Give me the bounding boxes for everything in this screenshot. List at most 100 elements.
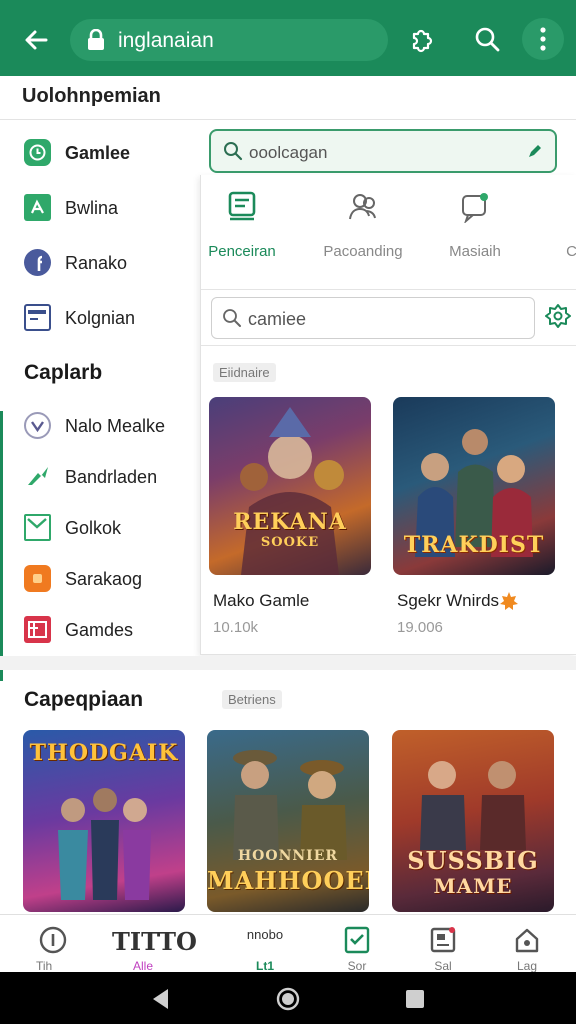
top-app-bar: inglanaian xyxy=(0,0,576,76)
game-card[interactable]: THODGAIK xyxy=(23,730,185,912)
cover-title: REKANA xyxy=(233,509,347,535)
sidebar-item-label: Ranako xyxy=(65,253,128,273)
sidebar-item-label: Bwlina xyxy=(65,198,119,218)
panel-search-value: camiee xyxy=(248,309,307,329)
chat-icon xyxy=(462,193,488,223)
sidebar-item-gamlee[interactable]: Gamlee xyxy=(0,131,200,175)
sidebar-item-label: Sarakaog xyxy=(65,569,143,589)
sidebar: Gamlee Bwlina Ranako Kolgnian Caplarb Na… xyxy=(0,121,200,681)
lock-icon xyxy=(88,29,104,50)
gear-icon[interactable] xyxy=(545,303,571,329)
cover-title: MAHHOOER xyxy=(207,866,369,895)
clock-icon xyxy=(24,139,51,166)
home-circle-icon[interactable] xyxy=(275,986,301,1012)
search-icon[interactable] xyxy=(466,18,508,60)
bottom-nav-label: Lag xyxy=(516,959,538,973)
sidebar-item-bwlina[interactable]: Bwlina xyxy=(0,186,200,230)
divider xyxy=(201,345,576,346)
bottom-navigation: TITTO Tih Alle nnobo Lt1 Sor Sal Lag xyxy=(0,914,576,973)
puzzle-icon[interactable] xyxy=(400,18,442,60)
bottom-nav-item-sal[interactable]: Sal xyxy=(398,915,488,973)
cover-title: SUSSBIG xyxy=(407,846,539,875)
tab-label: Penceiran xyxy=(208,243,276,260)
page-title: Uolohnpemian xyxy=(22,85,161,107)
sidebar-item-label: Kolgnian xyxy=(65,308,136,328)
grid-icon xyxy=(24,616,51,643)
bottom-nav-item-tih[interactable]: TITTO Tih xyxy=(8,915,197,973)
sidebar-item-kolgnian[interactable]: Kolgnian xyxy=(0,296,200,340)
tab-penceiran[interactable]: Penceiran xyxy=(187,187,297,267)
bottom-nav-label: Sor xyxy=(347,959,367,973)
system-navigation-bar xyxy=(0,972,576,1024)
bottom-nav-item-lt1[interactable]: nnobo Lt1 xyxy=(220,915,310,973)
nav-top-text: nnobo xyxy=(246,927,284,942)
game-cover-image: REKANA SOOKE xyxy=(209,397,371,575)
search-input[interactable]: ooolcagan xyxy=(209,129,557,173)
sidebar-item-ranako[interactable]: Ranako xyxy=(0,241,200,285)
bottom-nav-item-alle[interactable]: Alle xyxy=(98,915,188,973)
cover-title: THODGAIK xyxy=(29,740,179,766)
divider xyxy=(201,289,576,290)
app-screen: inglanaian Uolohnpemian Gamlee Bwlina Ra… xyxy=(0,0,576,1024)
search-icon xyxy=(224,142,243,161)
recents-square-icon[interactable] xyxy=(402,986,428,1012)
sidebar-item-label: Gamdes xyxy=(65,620,134,640)
tab-pacoanding[interactable]: Pacoanding xyxy=(308,187,418,267)
shield-icon xyxy=(24,412,51,439)
document-icon xyxy=(228,191,256,221)
back-arrow-icon[interactable] xyxy=(16,20,56,60)
pencil-icon[interactable] xyxy=(527,143,543,159)
facebook-icon xyxy=(24,249,51,276)
dropdown-panel: Penceiran Pacoanding Masiaih C camiee Ei… xyxy=(200,175,576,655)
home-icon xyxy=(515,928,539,953)
game-card[interactable]: REKANA SOOKE Mako Gamle 10.10k xyxy=(209,397,371,636)
url-bar[interactable]: inglanaian xyxy=(70,19,388,61)
sidebar-item-gamdes[interactable]: Gamdes xyxy=(0,608,200,652)
bottom-nav-label: Alle xyxy=(132,959,153,973)
section-divider xyxy=(0,656,576,670)
cover-subtitle: MAME xyxy=(433,874,513,898)
section-title: Capeqpiaan xyxy=(24,688,144,711)
mail-icon xyxy=(24,514,51,541)
star-badge-icon xyxy=(500,592,518,610)
sidebar-item-sarakaog[interactable]: Sarakaog xyxy=(0,557,200,601)
profile-card-icon xyxy=(430,927,456,953)
category-chip[interactable]: Eiidnaire xyxy=(213,363,276,382)
game-card[interactable]: SUSSBIG MAME xyxy=(392,730,554,912)
more-vert-icon[interactable] xyxy=(522,18,564,60)
cover-subtitle: HOONNIER xyxy=(237,848,339,864)
sidebar-item-golkok[interactable]: Golkok xyxy=(0,506,200,550)
info-icon xyxy=(39,926,67,954)
game-title: Mako Gamle xyxy=(213,591,310,610)
game-card[interactable]: TRAKDIST Sgekr Wnirds 19.006 xyxy=(393,397,555,636)
window-icon xyxy=(24,304,51,331)
square-icon xyxy=(24,565,51,592)
tab-label: Pacoanding xyxy=(323,243,403,260)
category-chip[interactable]: Betriens xyxy=(222,690,282,709)
sidebar-item-nalo-mealke[interactable]: Nalo Mealke xyxy=(0,404,200,448)
bottom-nav-item-sor[interactable]: Sor xyxy=(312,915,402,973)
search-input-value: ooolcagan xyxy=(249,143,328,162)
page-header: Uolohnpemian xyxy=(0,76,576,120)
cover-title: TRAKDIST xyxy=(403,532,545,558)
bottom-nav-label: Tih xyxy=(36,959,53,973)
game-card[interactable]: HOONNIER MAHHOOER xyxy=(207,730,369,912)
sidebar-item-bandrladen[interactable]: Bandrladen xyxy=(0,455,200,499)
sidebar-item-label: Bandrladen xyxy=(65,467,158,487)
sidebar-item-label: Nalo Mealke xyxy=(65,416,166,436)
tab-label: C xyxy=(566,243,576,260)
people-icon xyxy=(349,194,376,220)
panel-search-input[interactable]: camiee xyxy=(211,297,535,339)
back-triangle-icon[interactable] xyxy=(148,986,174,1012)
game-title: Sgekr Wnirds xyxy=(397,591,500,610)
sidebar-section-title: Caplarb xyxy=(24,361,103,384)
game-downloads: 19.006 xyxy=(397,619,443,636)
tab-c[interactable]: C xyxy=(513,187,576,267)
game-downloads: 10.10k xyxy=(213,619,259,636)
check-doc-icon xyxy=(344,926,370,954)
search-icon xyxy=(223,309,241,327)
url-text: inglanaian xyxy=(118,29,214,52)
leaf-icon xyxy=(24,194,51,221)
arrow-icon xyxy=(24,463,51,490)
bottom-nav-item-lag[interactable]: Lag xyxy=(482,915,572,973)
